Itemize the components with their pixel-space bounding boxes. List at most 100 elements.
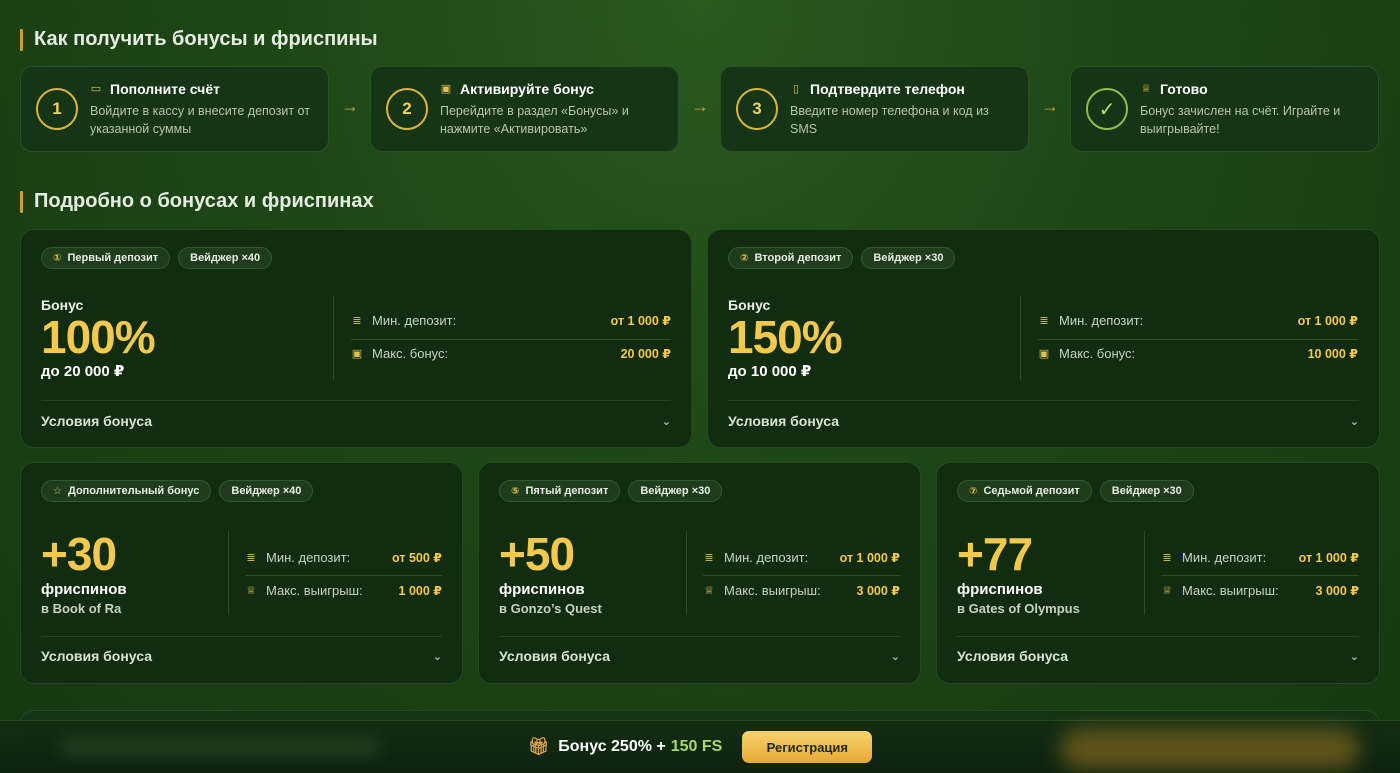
step-description: Бонус зачислен на счёт. Играйте и выигры… bbox=[1140, 103, 1341, 136]
freespins-game: в Gates of Olympus bbox=[957, 601, 1080, 616]
five-icon: ⑤ bbox=[511, 485, 520, 497]
title-accent-bar bbox=[20, 28, 23, 51]
bonus-conditions-toggle[interactable]: Условия бонуса ⌄ bbox=[728, 410, 1359, 432]
check-icon: ✓ bbox=[1086, 88, 1128, 130]
gift-icon: ▣ bbox=[440, 83, 452, 95]
bonus-conditions-toggle[interactable]: Условия бонуса ⌄ bbox=[41, 410, 671, 432]
divider bbox=[41, 636, 442, 637]
row-value: от 1 000 ₽ bbox=[839, 551, 900, 565]
divider bbox=[1144, 531, 1145, 615]
section-title-how-to: Как получить бонусы и фриспины bbox=[20, 28, 378, 51]
wager-tag: Вейджер ×30 bbox=[861, 247, 956, 269]
freespins-card-seventh-deposit: ⑦ Седьмой депозит Вейджер ×30 +77 фриспин… bbox=[936, 462, 1380, 684]
tag-label: Дополнительный бонус bbox=[67, 485, 200, 497]
bonus-max-amount: до 20 000 ₽ bbox=[41, 363, 125, 380]
freespins-label: фриспинов bbox=[41, 581, 127, 598]
step-number: 1 bbox=[36, 88, 78, 130]
step-title: Подтвердите телефон bbox=[810, 80, 965, 97]
sticky-promo-bar: 🎁︎ Бонус 250% + 150 FS Регистрация bbox=[0, 720, 1400, 773]
max-bonus-row: ▣ Макс. бонус: 10 000 ₽ bbox=[1038, 346, 1358, 361]
divider bbox=[1161, 575, 1359, 576]
coins-icon: ≣ bbox=[1039, 315, 1049, 327]
min-deposit-row: ≣ Мин. депозит: от 500 ₽ bbox=[245, 550, 442, 565]
divider bbox=[686, 531, 687, 615]
step-title: Готово bbox=[1160, 80, 1208, 97]
chevron-down-icon: ⌄ bbox=[890, 650, 900, 663]
trophy-icon: ♕ bbox=[1141, 83, 1151, 95]
deposit-tag: ① Первый депозит bbox=[41, 247, 171, 269]
conditions-label: Условия бонуса bbox=[499, 648, 610, 664]
divider bbox=[351, 339, 671, 340]
row-label: Макс. бонус: bbox=[372, 346, 449, 361]
bonus-max-amount: до 10 000 ₽ bbox=[728, 363, 812, 380]
card-icon: ▭ bbox=[90, 83, 102, 95]
step-description: Войдите в кассу и внесите депозит от ука… bbox=[90, 103, 310, 136]
row-value: от 1 000 ₽ bbox=[1298, 551, 1359, 565]
min-deposit-row: ≣ Мин. депозит: от 1 000 ₽ bbox=[1038, 313, 1358, 328]
divider bbox=[245, 575, 442, 576]
arrow-right-icon: → bbox=[341, 96, 359, 116]
row-label: Мин. депозит: bbox=[724, 550, 809, 565]
freespins-card-fifth-deposit: ⑤ Пятый депозит Вейджер ×30 +50 фриспинов… bbox=[478, 462, 921, 684]
step-4: ✓ ♕ Готово Бонус зачислен на счёт. Играйт… bbox=[1070, 66, 1379, 152]
coins-icon: ≣ bbox=[704, 552, 714, 564]
row-label: Мин. депозит: bbox=[1059, 313, 1144, 328]
bonus-card-second-deposit: ② Второй депозит Вейджер ×30 Бонус 150% д… bbox=[707, 229, 1380, 448]
row-label: Мин. депозит: bbox=[1182, 550, 1267, 565]
one-icon: ① bbox=[53, 252, 62, 264]
bonus-conditions-toggle[interactable]: Условия бонуса ⌄ bbox=[499, 645, 900, 667]
freespins-game: в Gonzo’s Quest bbox=[499, 601, 602, 616]
wager-tag: Вейджер ×30 bbox=[628, 480, 723, 502]
divider bbox=[957, 636, 1359, 637]
divider bbox=[1020, 296, 1021, 380]
row-label: Макс. выигрыш: bbox=[266, 583, 363, 598]
section-title-details: Подробно о бонусах и фриспинах bbox=[20, 190, 374, 213]
promo-text: 🎁︎ Бонус 250% + 150 FS bbox=[528, 737, 723, 757]
freespins-count: +50 bbox=[499, 528, 575, 580]
row-label: Макс. бонус: bbox=[1059, 346, 1136, 361]
max-win-row: ♕ Макс. выигрыш: 3 000 ₽ bbox=[703, 583, 900, 598]
freespins-label: фриспинов bbox=[957, 581, 1043, 598]
chevron-down-icon: ⌄ bbox=[1349, 650, 1359, 663]
deposit-tag: ② Второй депозит bbox=[728, 247, 854, 269]
divider bbox=[333, 296, 334, 380]
tag-label: Пятый депозит bbox=[525, 485, 609, 497]
phone-icon: ▯ bbox=[792, 83, 800, 95]
bonus-card-first-deposit: ① Первый депозит Вейджер ×40 Бонус 100% д… bbox=[20, 229, 692, 448]
freespins-label: фриспинов bbox=[499, 581, 585, 598]
register-button[interactable]: Регистрация bbox=[742, 731, 873, 763]
conditions-label: Условия бонуса bbox=[957, 648, 1068, 664]
section-title-text: Как получить бонусы и фриспины bbox=[34, 28, 378, 50]
step-number: 2 bbox=[386, 88, 428, 130]
min-deposit-row: ≣ Мин. депозит: от 1 000 ₽ bbox=[1161, 550, 1359, 565]
divider bbox=[703, 575, 900, 576]
freespins-card-extra: ☆ Дополнительный бонус Вейджер ×40 +30 фр… bbox=[20, 462, 463, 684]
arrow-right-icon: → bbox=[691, 96, 709, 116]
promo-fs-text: 150 FS bbox=[670, 738, 723, 755]
row-label: Мин. депозит: bbox=[266, 550, 351, 565]
blurred-content bbox=[1060, 729, 1360, 769]
row-value: 3 000 ₽ bbox=[1315, 584, 1359, 598]
gift-icon: 🎁︎ bbox=[527, 737, 550, 756]
bonus-percent: 100% bbox=[41, 311, 156, 363]
wager-tag: Вейджер ×30 bbox=[1099, 480, 1194, 502]
row-value: 3 000 ₽ bbox=[856, 584, 900, 598]
bonus-conditions-toggle[interactable]: Условия бонуса ⌄ bbox=[957, 645, 1359, 667]
divider bbox=[1038, 339, 1358, 340]
bonus-conditions-toggle[interactable]: Условия бонуса ⌄ bbox=[41, 645, 442, 667]
title-accent-bar bbox=[20, 190, 23, 213]
conditions-label: Условия бонуса bbox=[728, 413, 839, 429]
tag-label: Первый депозит bbox=[67, 252, 159, 264]
step-number: 3 bbox=[736, 88, 778, 130]
row-label: Мин. депозит: bbox=[372, 313, 457, 328]
step-title: Пополните счёт bbox=[110, 80, 220, 97]
step-1: 1 ▭ Пополните счёт Войдите в кассу и внес… bbox=[20, 66, 329, 152]
freespins-game: в Book of Ra bbox=[41, 601, 122, 616]
tag-label: Второй депозит bbox=[754, 252, 842, 264]
wager-tag: Вейджер ×40 bbox=[219, 480, 314, 502]
step-description: Введите номер телефона и код из SMS bbox=[790, 103, 989, 136]
chevron-down-icon: ⌄ bbox=[661, 415, 671, 428]
divider bbox=[228, 531, 229, 615]
max-win-row: ♕ Макс. выигрыш: 1 000 ₽ bbox=[245, 583, 442, 598]
trophy-icon: ♕ bbox=[1162, 585, 1172, 597]
